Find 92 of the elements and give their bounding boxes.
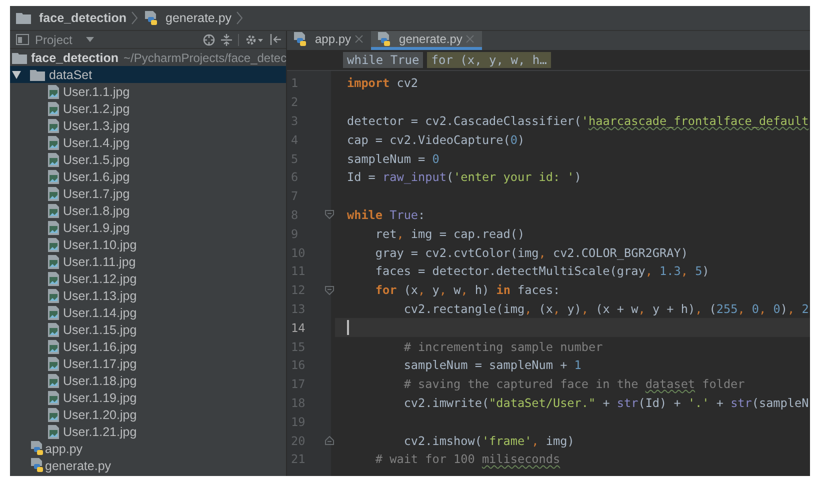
locate-icon[interactable] <box>203 34 215 46</box>
image-file-icon <box>48 84 59 98</box>
image-file-icon <box>48 170 59 184</box>
image-file-icon <box>48 356 59 370</box>
code-line: gray = cv2.cvtColor(img, cv2.COLOR_BGR2GRAY) <box>374 244 689 262</box>
fold-marker-icon[interactable] <box>324 210 334 220</box>
tree-item[interactable]: User.1.1.jpg <box>10 83 286 100</box>
tree-item[interactable]: face_detection ~/PycharmProjects/face_detec <box>10 49 286 66</box>
project-window-icon <box>16 34 29 45</box>
code-line: # wait for 100 miliseconds <box>374 451 562 468</box>
image-file-icon <box>48 136 59 150</box>
fold-marker-icon[interactable] <box>324 286 334 295</box>
tree-item[interactable]: User.1.14.jpg <box>10 304 286 321</box>
code-line: import cv2 <box>346 75 420 92</box>
tree-item[interactable]: User.1.18.jpg <box>10 372 286 389</box>
folder-icon <box>16 12 31 24</box>
code-line: # incrementing sample number <box>402 338 604 356</box>
settings-icon[interactable] <box>245 34 264 46</box>
code-line: Id = raw_input('enter your id: ') <box>346 169 582 186</box>
tree-item[interactable]: User.1.12.jpg <box>10 270 286 287</box>
code-line: while True: <box>346 206 426 224</box>
image-file-icon <box>48 152 59 166</box>
image-file-icon <box>48 102 59 116</box>
tree-item[interactable]: User.1.9.jpg <box>10 219 286 236</box>
image-file-icon <box>48 306 59 320</box>
tree-item[interactable]: User.1.3.jpg <box>10 117 286 134</box>
tree-item[interactable]: generate.py <box>10 457 286 474</box>
code-line: sampleNum = 0 <box>346 150 440 168</box>
image-file-icon <box>48 118 59 132</box>
image-file-icon <box>48 390 59 404</box>
fold-marker-icon[interactable] <box>324 436 334 446</box>
image-file-icon <box>48 374 59 388</box>
tree-item[interactable]: User.1.20.jpg <box>10 406 286 423</box>
expand-arrow-icon[interactable] <box>12 70 21 78</box>
chevron-icon <box>130 11 138 25</box>
image-file-icon <box>48 204 59 218</box>
python-file-icon <box>377 32 392 46</box>
code-line: for (x, y, w, h) in faces: <box>374 282 562 300</box>
python-file-icon <box>30 458 44 473</box>
image-file-icon <box>48 254 59 268</box>
tree-item[interactable]: User.1.6.jpg <box>10 168 286 185</box>
tree-item[interactable]: User.1.13.jpg <box>10 287 286 304</box>
image-file-icon <box>48 186 59 200</box>
code-line: # saving the captured face in the dataset folder <box>402 376 746 394</box>
tree-item[interactable]: User.1.5.jpg <box>10 151 286 168</box>
tree-item[interactable]: User.1.15.jpg <box>10 321 286 338</box>
tree-item[interactable]: User.1.7.jpg <box>10 185 286 202</box>
image-file-icon <box>48 424 59 438</box>
code-line: detector = cv2.CascadeClassifier('haarcascade_frontalface_default <box>346 112 810 130</box>
tree-item[interactable]: User.1.19.jpg <box>10 389 286 406</box>
code-line: cv2.rectangle(img, (x, y), (x + w, y + h), (255, 0, 0), 2 <box>402 300 810 318</box>
folder-icon <box>30 68 45 80</box>
image-file-icon <box>48 288 59 302</box>
image-file-icon <box>48 272 59 286</box>
python-file-icon <box>30 441 44 456</box>
code-line: cv2.imshow('frame', img) <box>402 432 576 450</box>
image-file-icon <box>48 408 59 422</box>
scope-breadcrumb[interactable]: while True <box>343 52 424 68</box>
editor-tab[interactable]: app.py <box>287 31 372 50</box>
tree-item[interactable]: User.1.4.jpg <box>10 134 286 151</box>
tree-item[interactable]: dataSet <box>10 66 286 83</box>
breadcrumb-item[interactable]: generate.py <box>144 10 232 26</box>
tree-item[interactable]: app.py <box>10 440 286 457</box>
close-icon[interactable] <box>355 35 364 43</box>
tree-item[interactable]: User.1.11.jpg <box>10 253 286 270</box>
tree-item[interactable]: User.1.21.jpg <box>10 423 286 440</box>
code-line: ret, img = cap.read() <box>374 226 526 243</box>
breadcrumb-item[interactable]: face_detection <box>16 11 127 25</box>
tree-item[interactable]: User.1.16.jpg <box>10 338 286 355</box>
tree-item[interactable]: User.1.17.jpg <box>10 355 286 372</box>
image-file-icon <box>48 340 59 354</box>
code-line: cv2.imwrite("dataSet/User." + str(Id) + '.' + str(sampleN <box>402 394 810 412</box>
tree-item[interactable]: User.1.8.jpg <box>10 202 286 219</box>
code-line: faces = detector.detectMultiScale(gray, 1.3, 5) <box>374 263 710 280</box>
code-line: sampleNum = sampleNum + 1 <box>402 357 582 374</box>
folder-icon <box>12 52 27 64</box>
chevron-icon <box>236 11 243 25</box>
editor-tab[interactable]: generate.py <box>371 31 482 50</box>
image-file-icon <box>48 220 59 234</box>
panel-title[interactable]: Project <box>35 32 72 46</box>
image-file-icon <box>48 238 59 252</box>
tree-item[interactable]: User.1.10.jpg <box>10 236 286 253</box>
line-number: 14 <box>290 320 306 337</box>
scope-breadcrumb[interactable]: for (x, y, w, h… <box>427 52 551 68</box>
python-file-icon <box>144 10 158 26</box>
code-line: cap = cv2.VideoCapture(0) <box>346 132 526 149</box>
hide-panel-icon[interactable] <box>270 34 282 45</box>
dropdown-caret-icon[interactable] <box>86 37 94 42</box>
python-file-icon <box>293 32 307 46</box>
tree-item[interactable]: User.1.2.jpg <box>10 100 286 117</box>
image-file-icon <box>48 322 59 336</box>
collapse-all-icon[interactable] <box>221 34 232 46</box>
